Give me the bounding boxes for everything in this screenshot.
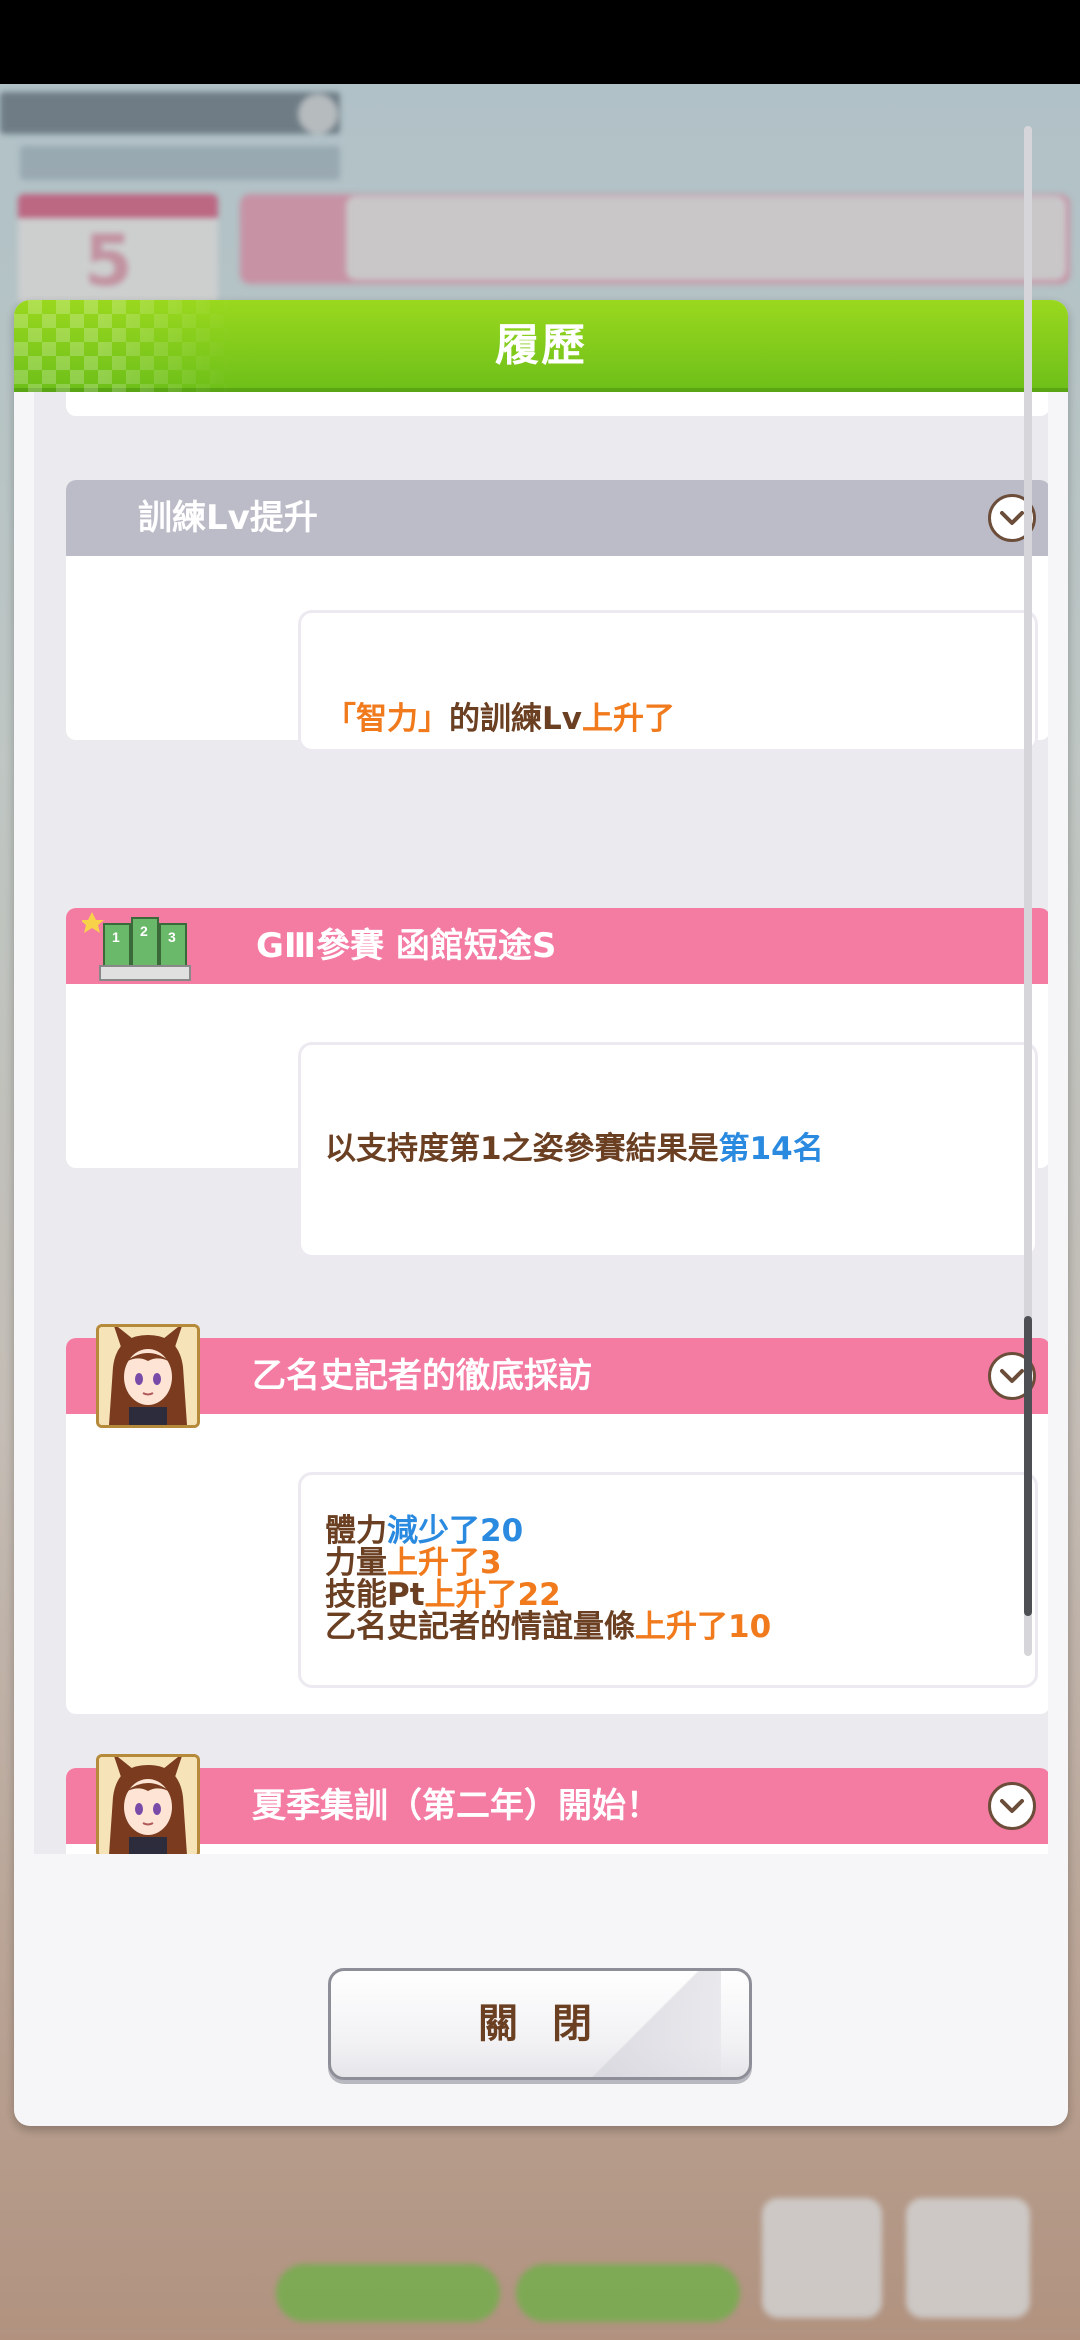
- history-card-event: 乙名史記者的徹底採訪 體力減少了20 力量上升了3 技能Pt上升了22 乙名史記…: [66, 1324, 1048, 1714]
- screen: 5 履歷 訓練Lv提升 「智力」的訓練Lv上升了 GⅢ參賽 函館短途S 1 2 …: [0, 0, 1080, 2340]
- detail-line: 「智力」的訓練Lv上升了: [325, 703, 675, 735]
- detail-line: 乙名史記者的情誼量條上升了10: [325, 1611, 771, 1643]
- dialog-title: 履歷: [495, 320, 587, 371]
- detail-text-highlight: 上升了22: [424, 1577, 561, 1613]
- scrollbar-thumb[interactable]: [1024, 1316, 1032, 1616]
- detail-line: 以支持度第1之姿參賽結果是第14名: [325, 1133, 824, 1165]
- detail-line: 體力減少了20: [325, 1515, 523, 1547]
- detail-text: 力量: [325, 1545, 387, 1581]
- history-detail-box: 體力減少了20 力量上升了3 技能Pt上升了22 乙名史記者的情誼量條上升了10: [298, 1472, 1038, 1688]
- detail-text: 以支持度第1之姿參賽結果是: [325, 1131, 719, 1167]
- detail-line: 力量上升了3: [325, 1547, 502, 1579]
- card-title: GⅢ參賽 函館短途S: [256, 926, 557, 966]
- card-title: 夏季集訓（第二年）開始！: [252, 1786, 660, 1826]
- close-button-label: 關 閉: [478, 2001, 602, 2047]
- character-portrait: [96, 1754, 200, 1854]
- history-detail-box: 「智力」的訓練Lv上升了: [298, 610, 1038, 752]
- history-detail-box: 以支持度第1之姿參賽結果是第14名: [298, 1042, 1038, 1258]
- detail-text: 體力: [325, 1513, 387, 1549]
- card-header: 訓練Lv提升: [66, 480, 1048, 556]
- svg-text:1: 1: [112, 929, 120, 945]
- chevron-down-icon[interactable]: [988, 1782, 1036, 1830]
- detail-text-highlight: 「智力」: [325, 701, 449, 737]
- character-portrait: [96, 1324, 200, 1428]
- history-dialog: 履歷 訓練Lv提升 「智力」的訓練Lv上升了 GⅢ參賽 函館短途S 1 2 3 …: [14, 300, 1068, 2126]
- detail-text: 乙名史記者的情誼量條: [325, 1609, 635, 1645]
- svg-text:3: 3: [168, 929, 176, 945]
- history-card-event: 夏季集訓（第二年）開始！: [66, 1754, 1048, 1854]
- close-button[interactable]: 關 閉: [328, 1968, 752, 2080]
- card-header: GⅢ參賽 函館短途S: [66, 908, 1048, 984]
- previous-history-card: [66, 392, 1048, 416]
- dialog-header: 履歷: [14, 300, 1068, 392]
- card-header: 乙名史記者的徹底採訪: [66, 1338, 1048, 1414]
- detail-text-highlight: 上升了3: [387, 1545, 502, 1581]
- detail-text-highlight: 減少了20: [387, 1513, 524, 1549]
- detail-text-highlight: 第14名: [718, 1131, 824, 1167]
- status-bar: [0, 0, 1080, 84]
- svg-text:2: 2: [140, 923, 148, 939]
- card-header: 夏季集訓（第二年）開始！: [66, 1768, 1048, 1844]
- detail-line: 技能Pt上升了22: [325, 1579, 561, 1611]
- detail-text-highlight: 上升了10: [635, 1609, 772, 1645]
- detail-text-highlight: 上升了: [581, 701, 675, 737]
- detail-text: 的訓練Lv: [449, 701, 582, 737]
- detail-text: 技能Pt: [325, 1577, 425, 1613]
- card-title: 乙名史記者的徹底採訪: [252, 1356, 592, 1396]
- history-card-training: 訓練Lv提升 「智力」的訓練Lv上升了: [66, 480, 1048, 752]
- history-list[interactable]: 訓練Lv提升 「智力」的訓練Lv上升了 GⅢ參賽 函館短途S 1 2 3 以支持…: [34, 392, 1048, 1854]
- race-ranking-icon: 1 2 3: [80, 904, 206, 988]
- history-card-race: GⅢ參賽 函館短途S 1 2 3 以支持度第1之姿參賽結果是第14名: [66, 908, 1048, 1258]
- card-title: 訓練Lv提升: [138, 498, 318, 538]
